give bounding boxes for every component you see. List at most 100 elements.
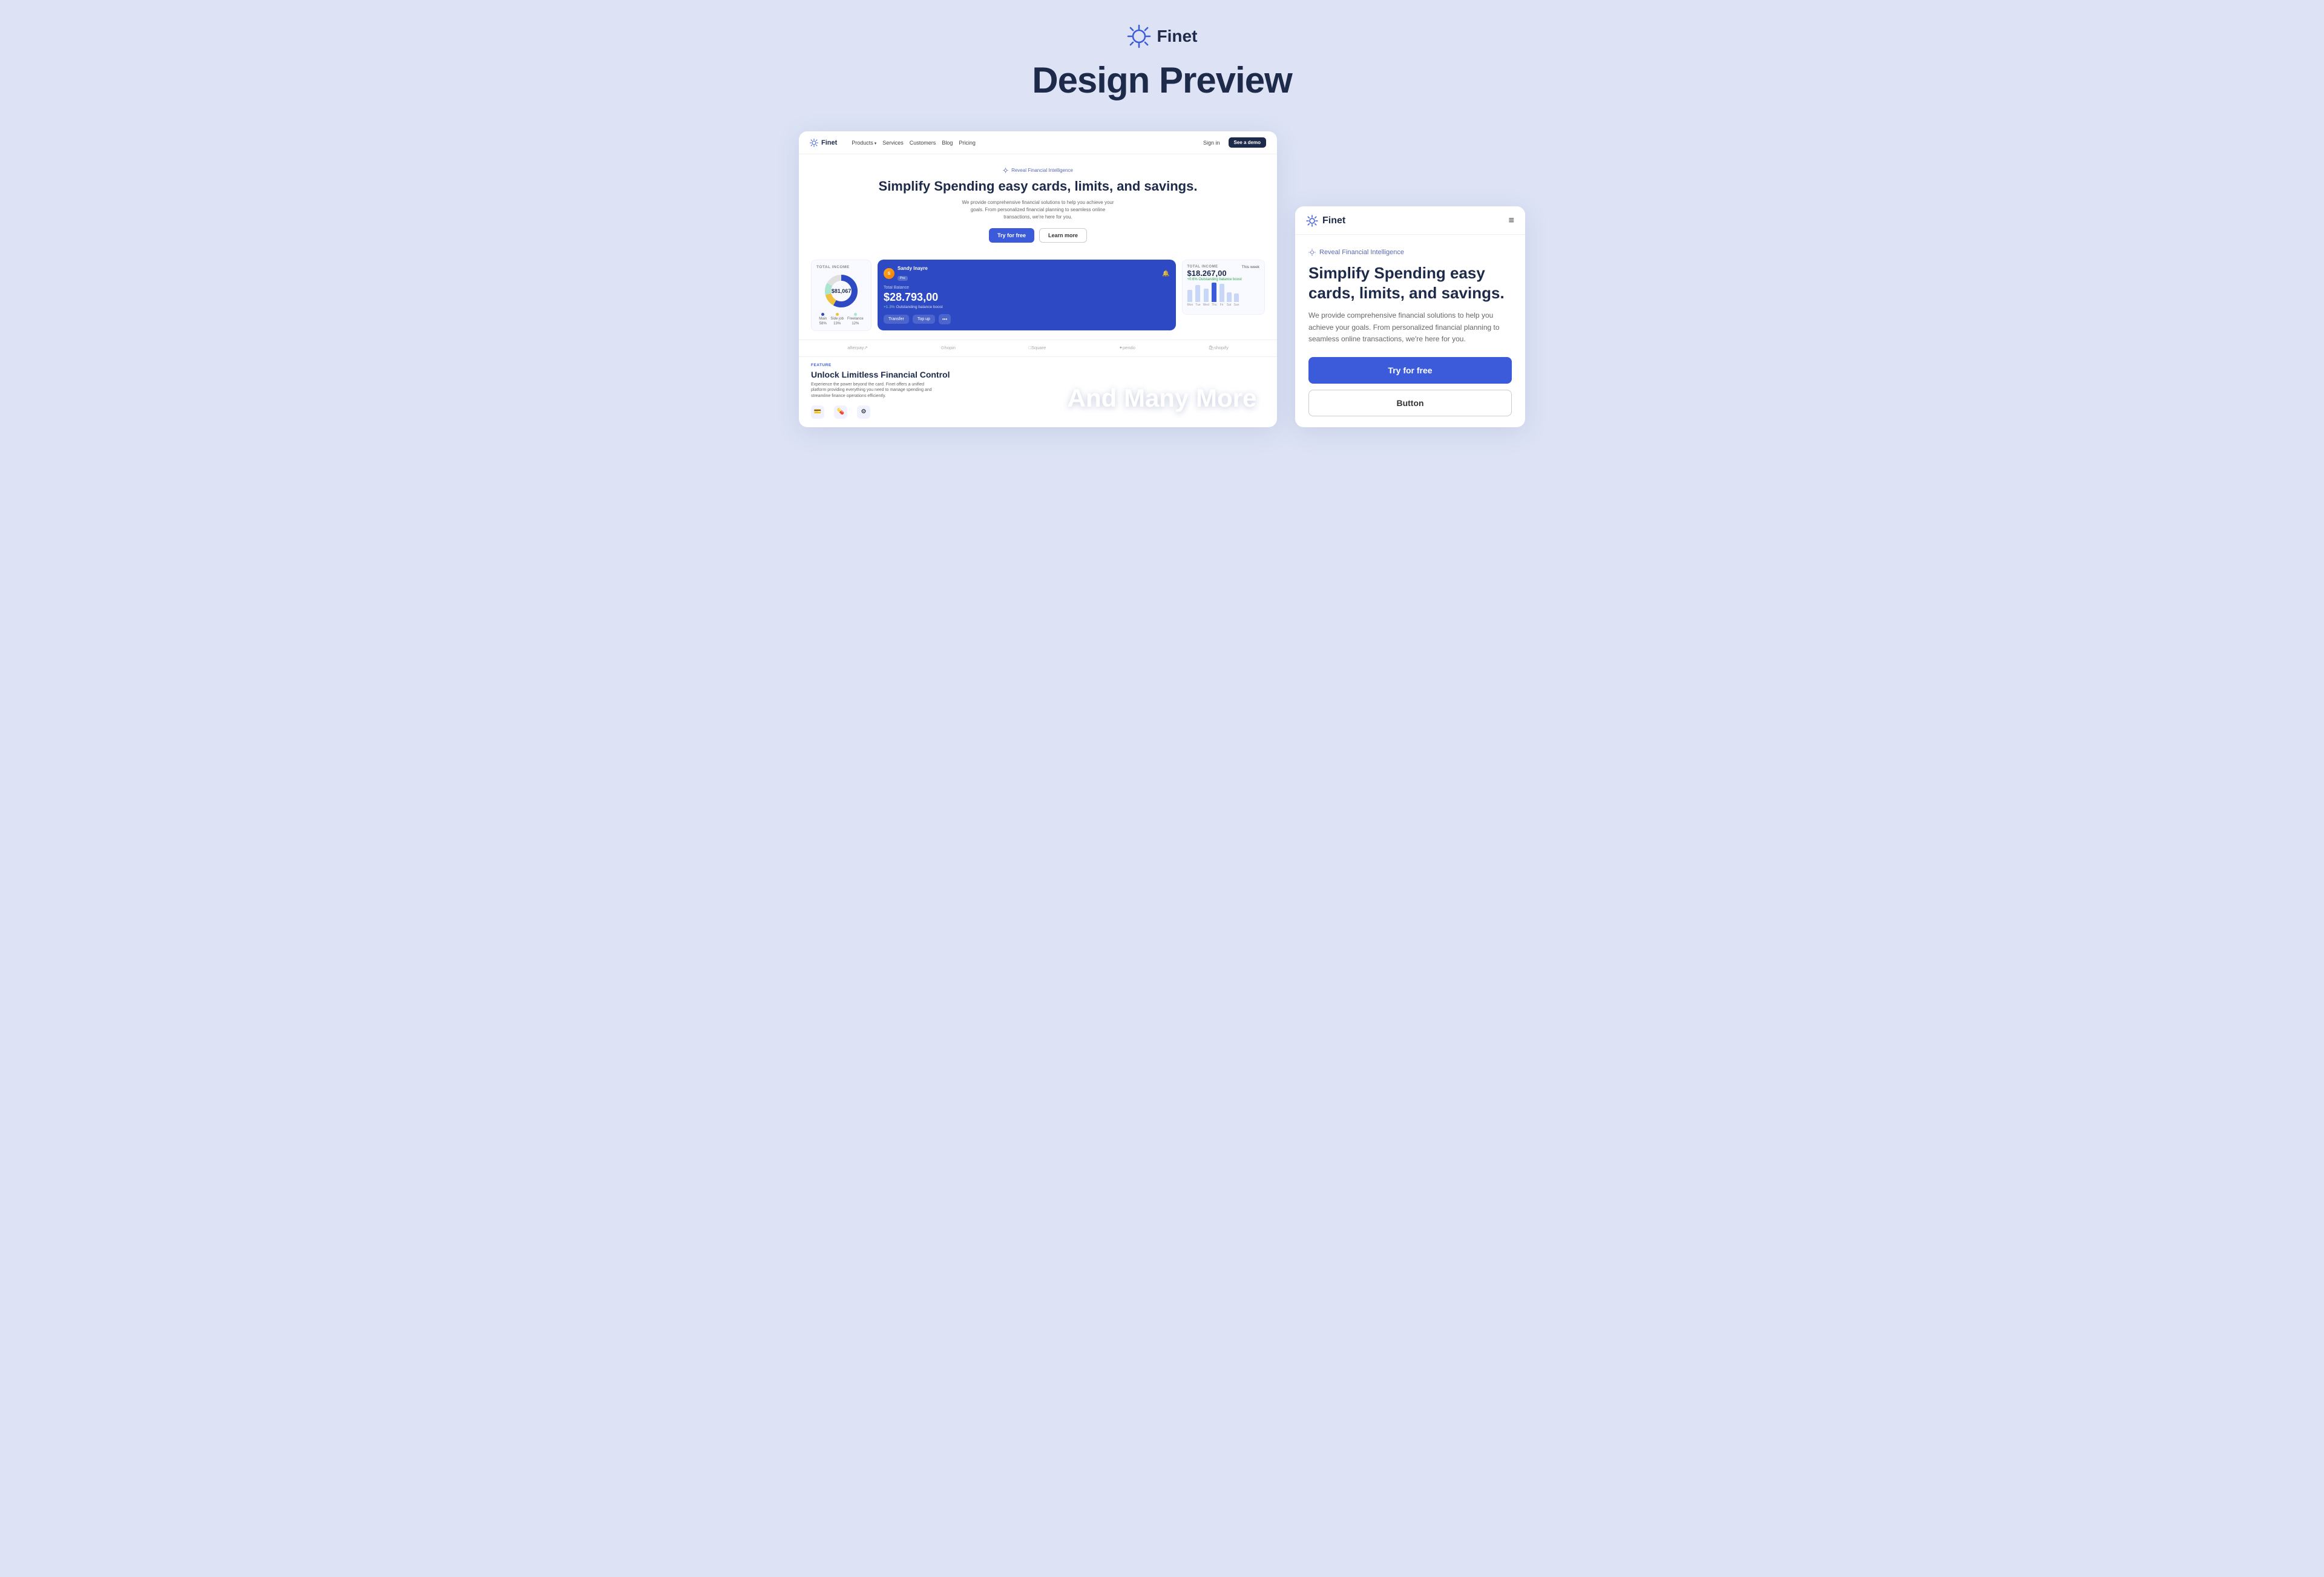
bar-tue-bar xyxy=(1195,285,1200,302)
mobile-hero-subtitle: We provide comprehensive financial solut… xyxy=(1308,310,1512,345)
chart-total: $18.267,00 xyxy=(1187,269,1242,278)
legend-freelance: Freelance 12% xyxy=(847,313,864,326)
bar-sat-bar xyxy=(1227,292,1232,302)
boost-pct: +1.3% xyxy=(884,305,895,309)
donut-legend: Main 58% Side job 13% Freelance 12% xyxy=(816,313,866,326)
user-name: Sandy Inayre xyxy=(898,266,928,271)
mobile-logo: Finet xyxy=(1306,215,1345,227)
more-button[interactable]: ••• xyxy=(939,314,951,324)
bar-thu: Thu xyxy=(1212,283,1217,307)
mobile-hero-badge: Reveal Financial Intelligence xyxy=(1308,249,1404,256)
card-actions: Transfer Top up ••• xyxy=(884,314,1170,324)
mobile-hero: Reveal Financial Intelligence Simplify S… xyxy=(1295,235,1525,427)
legend-side-label: Side job xyxy=(830,317,844,321)
chart-info: TOTAL INCOME $18.267,00 +0.6% Outstandin… xyxy=(1187,265,1242,281)
bar-thu-label: Thu xyxy=(1212,303,1217,307)
donut-card: TOTAL INCOME $81,067 xyxy=(811,260,872,331)
hero-subtitle: We provide comprehensive financial solut… xyxy=(959,199,1117,221)
page-title: Design Preview xyxy=(1032,59,1292,101)
nav-demo-button[interactable]: See a demo xyxy=(1229,137,1266,148)
topup-button[interactable]: Top up xyxy=(913,315,935,324)
user-details: Sandy Inayre Pro xyxy=(898,266,928,282)
boost-text: Outstanding balance boost xyxy=(896,305,942,309)
legend-main: Main 58% xyxy=(819,313,827,326)
bar-sat: Sat xyxy=(1227,292,1232,307)
transfer-button[interactable]: Transfer xyxy=(884,315,909,324)
legend-main-pct: 58% xyxy=(819,322,827,326)
nav-logo-text: Finet xyxy=(821,139,837,146)
legend-side: Side job 13% xyxy=(830,313,844,326)
bar-sun-label: Sun xyxy=(1234,303,1239,307)
balance-card: S Sandy Inayre Pro 🔔 Total Balance $28.7… xyxy=(878,260,1176,330)
time-select[interactable]: This week xyxy=(1242,265,1259,269)
nav-signin[interactable]: Sign in xyxy=(1203,140,1220,146)
user-avatar: S xyxy=(884,268,894,279)
feature-title: Unlock Limitless Financial Control xyxy=(811,370,1265,379)
mobile-logo-text: Finet xyxy=(1322,215,1345,226)
donut-chart: $81,067 xyxy=(823,273,859,309)
user-info: S Sandy Inayre Pro xyxy=(884,266,928,282)
bar-fri-bar xyxy=(1219,284,1224,302)
nav-blog[interactable]: Blog xyxy=(942,140,953,146)
feature-desc: Experience the power beyond the card. Fi… xyxy=(811,382,932,399)
hero-badge: Reveal Financial Intelligence xyxy=(1003,168,1073,173)
legend-dot-main xyxy=(821,313,824,316)
feature-tag: FEATURE xyxy=(811,363,1265,367)
mobile-badge-text: Reveal Financial Intelligence xyxy=(1319,249,1404,256)
previews-wrapper: Finet Products Services Customers Blog P… xyxy=(799,131,1525,427)
desktop-nav-logo: Finet xyxy=(810,139,837,147)
mobile-hero-title: Simplify Spending easy cards, limits, an… xyxy=(1308,263,1512,303)
nav-products[interactable]: Products xyxy=(852,140,876,146)
bar-wed: Wed xyxy=(1203,289,1209,307)
desktop-hero: Reveal Financial Intelligence Simplify S… xyxy=(799,154,1277,260)
feature-icon-1: 💳 xyxy=(811,405,824,419)
bar-mon: Mon xyxy=(1187,290,1193,307)
mobile-badge-icon xyxy=(1308,249,1316,256)
brands-row: afterpay↗ ⊙hopin □Square ✦pendo 🛍shopify xyxy=(799,339,1277,356)
learn-more-button[interactable]: Learn more xyxy=(1039,228,1087,243)
brand-shopify: 🛍shopify xyxy=(1208,345,1228,350)
mobile-logo-icon xyxy=(1306,215,1318,227)
mobile-preview: Finet ≡ Reveal Financial Intelligence Si… xyxy=(1295,206,1525,427)
mobile-outline-button[interactable]: Button xyxy=(1308,390,1512,416)
nav-logo-icon xyxy=(810,139,818,147)
chart-card: TOTAL INCOME $18.267,00 +0.6% Outstandin… xyxy=(1182,260,1265,315)
brand-pendo: ✦pendo xyxy=(1119,345,1135,350)
nav-services[interactable]: Services xyxy=(882,140,904,146)
mobile-try-button[interactable]: Try for free xyxy=(1308,357,1512,384)
hero-title: Simplify Spending easy cards, limits, an… xyxy=(811,178,1265,195)
nav-customers[interactable]: Customers xyxy=(910,140,936,146)
legend-side-pct: 13% xyxy=(833,322,841,326)
chart-header: TOTAL INCOME $18.267,00 +0.6% Outstandin… xyxy=(1187,265,1260,281)
legend-freelance-pct: 12% xyxy=(852,322,859,326)
hamburger-icon[interactable]: ≡ xyxy=(1509,215,1514,226)
bar-tue-label: Tue xyxy=(1195,303,1200,307)
brand-afterpay: afterpay↗ xyxy=(847,345,867,350)
hero-buttons: Try for free Learn more xyxy=(811,228,1265,243)
bar-mon-label: Mon xyxy=(1187,303,1193,307)
feature-icon-2: 💊 xyxy=(834,405,847,419)
try-for-free-button[interactable]: Try for free xyxy=(989,228,1034,243)
bar-sat-label: Sat xyxy=(1227,303,1232,307)
desktop-preview: Finet Products Services Customers Blog P… xyxy=(799,131,1277,427)
hero-badge-text: Reveal Financial Intelligence xyxy=(1011,168,1073,173)
feature-icons-row: 💳 💊 ⚙ xyxy=(811,405,1265,419)
nav-links: Products Services Customers Blog Pricing xyxy=(852,140,1195,146)
header-logo-text: Finet xyxy=(1157,27,1198,46)
bar-wed-label: Wed xyxy=(1203,303,1209,307)
bar-tue: Tue xyxy=(1195,285,1200,307)
mobile-navbar: Finet ≡ xyxy=(1295,206,1525,235)
feature-section: FEATURE Unlock Limitless Financial Contr… xyxy=(799,356,1277,427)
badge-icon xyxy=(1003,168,1008,173)
legend-dot-side xyxy=(836,313,839,316)
donut-label: TOTAL INCOME xyxy=(816,265,866,269)
balance-amount: $28.793,00 xyxy=(884,291,1170,304)
balance-label: Total Balance xyxy=(884,286,1170,290)
balance-card-header: S Sandy Inayre Pro 🔔 xyxy=(884,266,1170,282)
nav-pricing[interactable]: Pricing xyxy=(959,140,976,146)
logo-row: Finet xyxy=(1127,24,1198,48)
bar-wed-bar xyxy=(1204,289,1209,302)
chart-change: +0.6% Outstanding balance boost xyxy=(1187,278,1242,281)
bar-fri: Fri xyxy=(1219,284,1224,307)
dashboard-area: TOTAL INCOME $81,067 xyxy=(799,260,1277,339)
